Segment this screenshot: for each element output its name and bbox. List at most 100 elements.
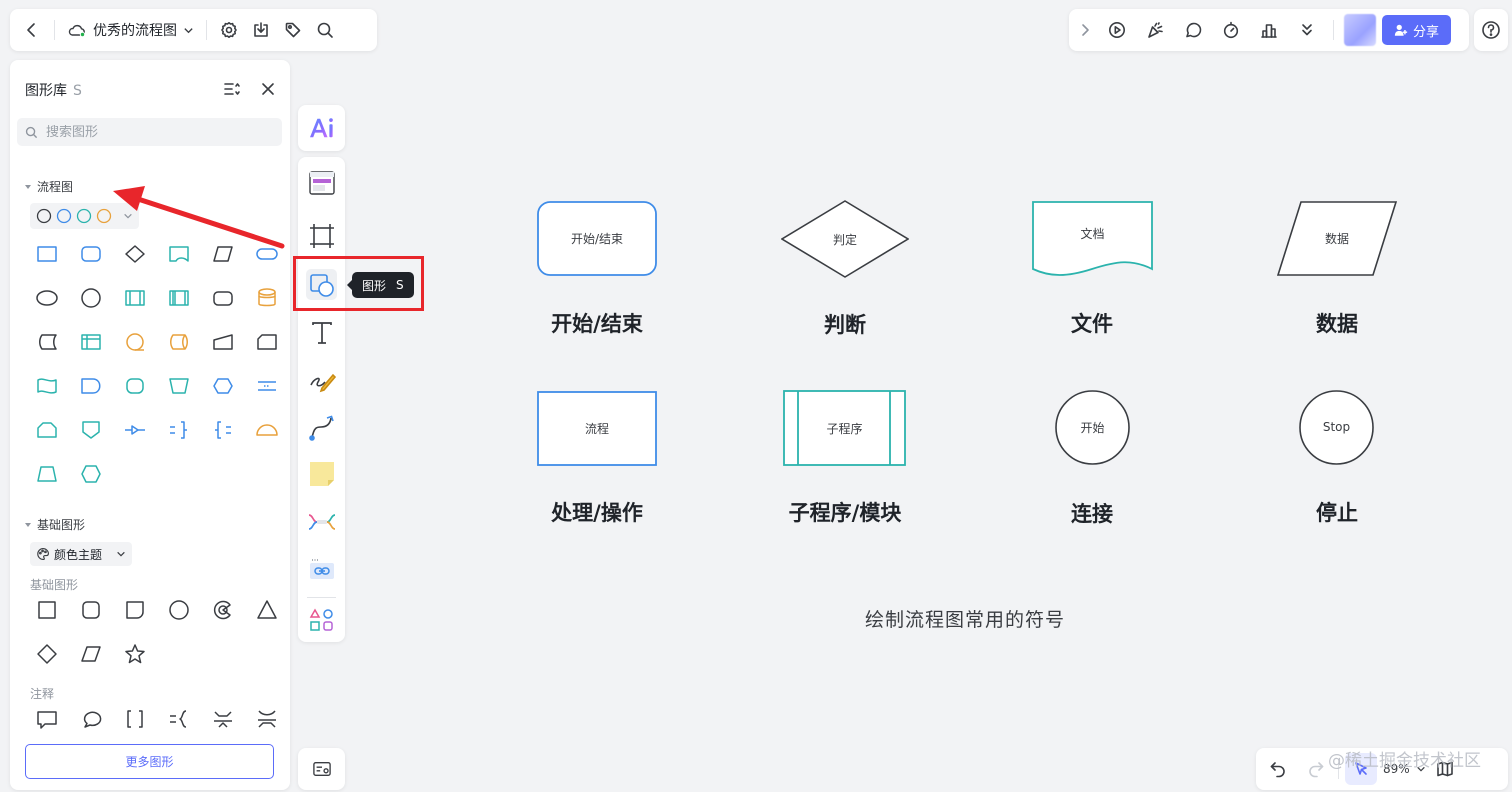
vote-button[interactable] (1253, 14, 1285, 46)
shape-brackets[interactable] (113, 697, 157, 739)
avatar[interactable] (1344, 14, 1376, 46)
back-button[interactable] (16, 14, 48, 46)
redo-button[interactable] (1300, 753, 1332, 785)
shape-callout-oval[interactable] (69, 697, 113, 739)
help-button[interactable] (1474, 9, 1508, 51)
mindmap-tool[interactable] (306, 506, 337, 537)
shape-circle[interactable] (157, 588, 201, 632)
settings-button[interactable] (213, 14, 245, 46)
shape-triangle[interactable] (245, 588, 289, 632)
shape-square[interactable] (25, 588, 69, 632)
shape-direct-data[interactable] (157, 320, 201, 364)
comment-button[interactable] (1177, 14, 1209, 46)
color-theme-select[interactable]: 颜色主题 (30, 542, 133, 566)
shape-off-page[interactable] (69, 408, 113, 452)
template-icon (308, 170, 335, 195)
shape-card[interactable] (245, 320, 289, 364)
map-view-button[interactable] (1432, 753, 1458, 785)
shape-rounded-rect[interactable] (113, 364, 157, 408)
play-icon (1109, 22, 1125, 38)
shape-parallelogram[interactable] (69, 632, 113, 676)
color-scheme-selector[interactable] (30, 203, 139, 229)
shape-corner-square[interactable] (113, 588, 157, 632)
shape-timeline-down[interactable] (245, 697, 289, 739)
shape-subprocess[interactable] (113, 276, 157, 320)
shape-rounded-process[interactable] (69, 232, 113, 276)
shape-stored-data[interactable] (25, 320, 69, 364)
shape-terminator[interactable] (245, 232, 289, 276)
shape-preparation[interactable] (201, 364, 245, 408)
section-flowchart-toggle[interactable]: 流程图 (25, 178, 73, 195)
template-tool[interactable] (306, 167, 337, 198)
zoom-control[interactable]: 89% (1383, 762, 1426, 776)
shape-alternate-process[interactable] (201, 276, 245, 320)
shape-callout-rect[interactable] (25, 697, 69, 739)
pen-tool[interactable] (306, 364, 337, 395)
search-button[interactable] (309, 14, 341, 46)
sticky-note-tool[interactable] (306, 458, 337, 489)
more-shapes-button[interactable]: 更多图形 (25, 744, 274, 779)
basic-shape-grid (25, 588, 289, 676)
more-tools-button[interactable] (1291, 14, 1323, 46)
expand-toolbar-button[interactable] (1075, 14, 1095, 46)
shape-timeline-up[interactable] (201, 697, 245, 739)
more-apps-tool[interactable] (306, 604, 337, 635)
shape-process[interactable] (25, 232, 69, 276)
library-manage-button[interactable] (216, 73, 248, 105)
undo-button[interactable] (1262, 753, 1294, 785)
section-basic-toggle[interactable]: 基础图形 (25, 516, 85, 533)
shape-decision[interactable] (113, 232, 157, 276)
ai-button[interactable] (298, 105, 345, 151)
cloud-saved-icon (68, 24, 86, 38)
present-button[interactable] (1101, 14, 1133, 46)
tag-button[interactable] (277, 14, 309, 46)
frame-icon (309, 223, 334, 248)
select-mode-button[interactable] (1345, 753, 1377, 785)
text-tool[interactable] (306, 317, 337, 348)
shape-manual-input[interactable] (201, 320, 245, 364)
shape-ellipse[interactable] (25, 276, 69, 320)
download-icon (254, 22, 268, 37)
shape-rounded-square[interactable] (69, 588, 113, 632)
shape-data[interactable] (201, 232, 245, 276)
document-name-dropdown[interactable]: 优秀的流程图 (61, 14, 200, 46)
shape-sequential-data[interactable] (113, 320, 157, 364)
outline-button[interactable] (298, 748, 345, 790)
celebrate-button[interactable] (1139, 14, 1171, 46)
share-button[interactable]: 分享 (1382, 15, 1452, 45)
shape-database[interactable] (245, 276, 289, 320)
shape-annotation-right[interactable] (157, 408, 201, 452)
shape-tool-tooltip: 图形 S (347, 272, 414, 298)
shape-annotation-left[interactable] (201, 408, 245, 452)
connector-tool[interactable] (306, 411, 337, 442)
shape-display-card[interactable] (157, 232, 201, 276)
shape-circle[interactable] (69, 276, 113, 320)
frame-tool[interactable] (306, 220, 337, 251)
close-panel-button[interactable] (252, 73, 284, 105)
vertical-toolbar (298, 157, 345, 642)
shape-pie[interactable] (201, 588, 245, 632)
shape-internal-storage[interactable] (69, 320, 113, 364)
download-button[interactable] (245, 14, 277, 46)
list-sort-icon (224, 83, 240, 95)
timer-button[interactable] (1215, 14, 1247, 46)
shape-merge-arrow[interactable] (113, 408, 157, 452)
shape-hexagon[interactable] (69, 452, 113, 496)
shape-punched-tape[interactable] (25, 364, 69, 408)
shape-loop-limit[interactable] (25, 408, 69, 452)
rounded-square-icon (82, 601, 100, 619)
shape-trapezoid[interactable] (25, 452, 69, 496)
shape-diamond[interactable] (25, 632, 69, 676)
divider (54, 20, 55, 40)
embed-link-tool[interactable] (306, 555, 337, 586)
shape-parallel-mode[interactable] (245, 364, 289, 408)
shape-subroutine[interactable] (157, 276, 201, 320)
data-text: 数据 (1324, 232, 1349, 246)
shape-manual-operation[interactable] (157, 364, 201, 408)
shape-search-input[interactable] (46, 124, 266, 140)
top-right-toolbar: 分享 (1069, 9, 1469, 51)
shape-semicircle[interactable] (245, 408, 289, 452)
shape-brace-annotation[interactable] (157, 697, 201, 739)
shape-delay[interactable] (69, 364, 113, 408)
shape-star[interactable] (113, 632, 157, 676)
